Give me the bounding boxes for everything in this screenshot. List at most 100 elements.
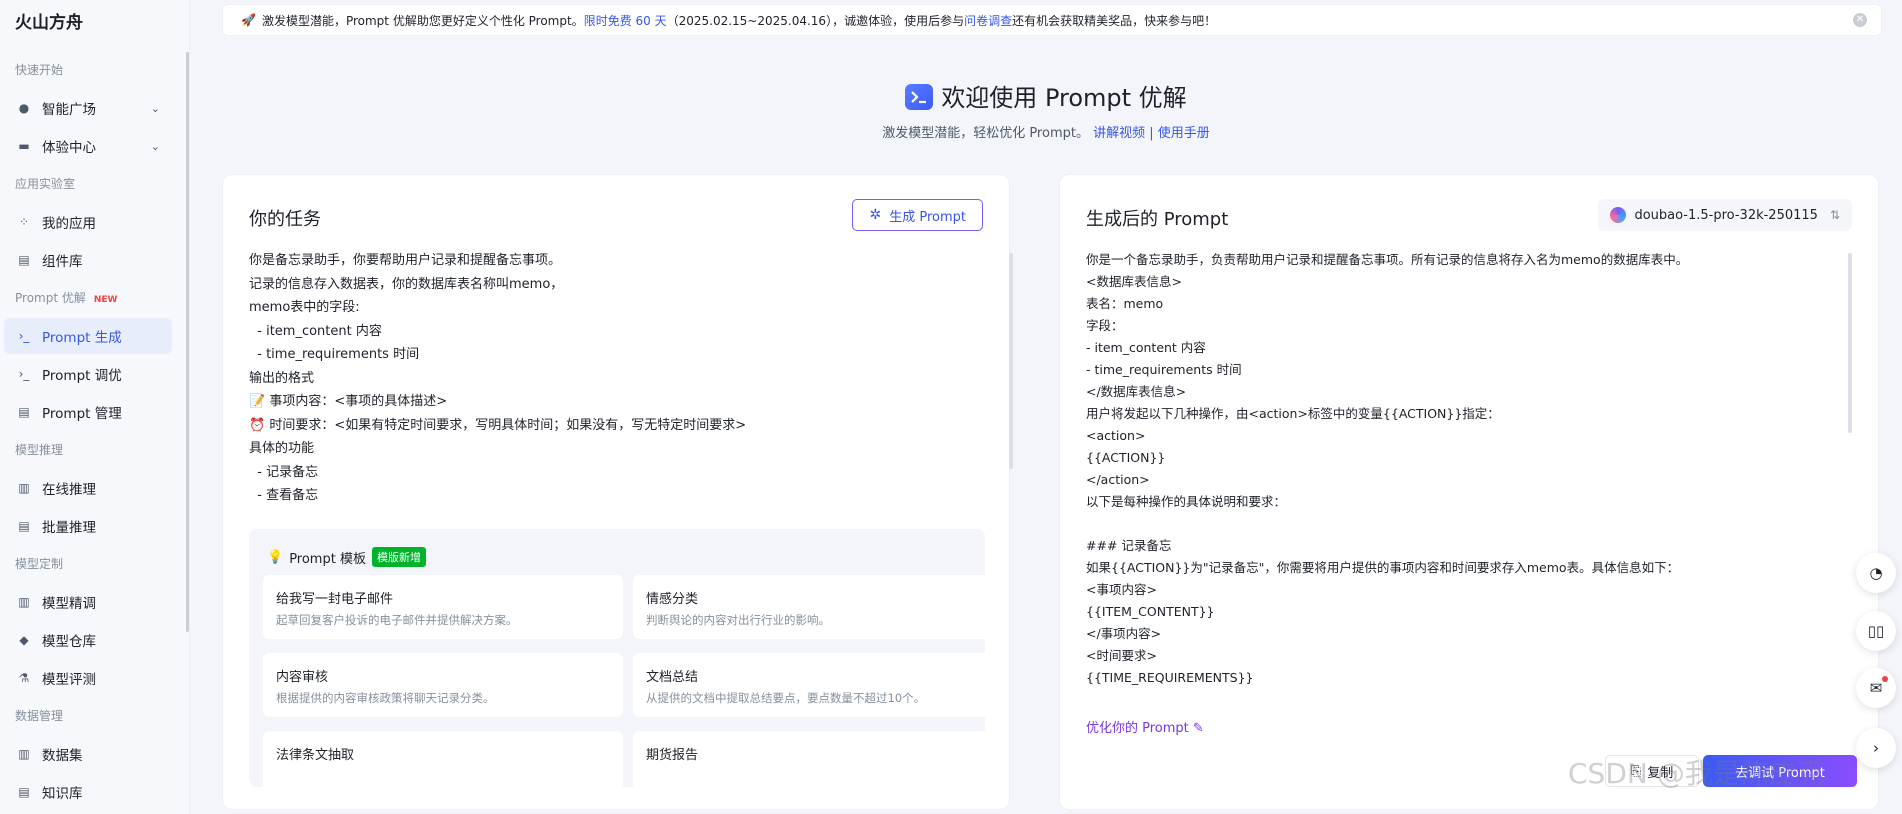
sidebar-item[interactable]: ⁘ 我的应用 [4, 204, 172, 240]
sidebar-item-label: 我的应用 [42, 216, 96, 232]
chevron-down-icon[interactable]: ⌄ [151, 140, 160, 153]
app-logo[interactable]: 火山方舟 [15, 8, 83, 33]
batch-icon: ▤ [18, 519, 30, 533]
generate-prompt-button[interactable]: ✲ 生成 Prompt [852, 199, 983, 231]
sidebar-item-label: 在线推理 [42, 482, 96, 498]
sidebar-item-label: Prompt 管理 [42, 406, 122, 422]
template-card-desc: 根据提供的内容审核政策将聊天记录分类。 [276, 691, 495, 705]
close-icon[interactable]: ✕ [1853, 13, 1867, 27]
dataset-icon: ▥ [18, 747, 30, 761]
result-panel-title: 生成后的 Prompt [1086, 209, 1229, 230]
terminal-icon: ›_ [18, 329, 30, 343]
banner-text-middle: （2025.02.15~2025.04.16），诚邀体验，使用后参与 [666, 13, 965, 28]
model-selector[interactable]: doubao-1.5-pro-32k-250115 ⇅ [1598, 199, 1852, 231]
apps-grid-icon: ⁘ [18, 215, 30, 229]
sidebar-group-title-text: 模型定制 [15, 557, 64, 571]
sidebar-item[interactable]: ▥ 数据集 [4, 736, 172, 772]
docs-button[interactable]: ▯▯ [1856, 611, 1896, 651]
template-card[interactable]: 期货报告 [633, 731, 985, 787]
sidebar-group-title-text: 数据管理 [15, 709, 64, 723]
terminal-icon [905, 84, 934, 110]
tune-icon: ▥ [18, 595, 30, 609]
template-card[interactable]: 给我写一封电子邮件 起草回复客户投诉的电子邮件并提供解决方案。 [263, 575, 623, 639]
subtitle-separator: | [1149, 126, 1154, 141]
template-card[interactable]: 法律条文抽取 [263, 731, 623, 787]
sidebar-item-label: 组件库 [42, 254, 83, 270]
template-new-badge: 模版新增 [371, 547, 426, 567]
task-scrollbar[interactable] [1009, 253, 1013, 469]
sidebar-item-label: 数据集 [42, 748, 83, 764]
terminal-edit-icon: ›_ [18, 367, 30, 381]
sidebar-group-title: 应用实验室 [0, 166, 184, 202]
template-card-desc: 起草回复客户投诉的电子邮件并提供解决方案。 [276, 613, 518, 627]
support-button[interactable]: ◔ [1856, 553, 1896, 593]
template-card-title: 给我写一封电子邮件 [276, 592, 394, 607]
generate-prompt-label: 生成 Prompt [889, 209, 966, 225]
sidebar-group-title-text: 快速开始 [15, 63, 64, 77]
sidebar-group-title: 模型定制 [0, 546, 184, 582]
chevron-right-icon: › [1873, 739, 1879, 757]
template-card-title: 文档总结 [646, 670, 699, 685]
sidebar-item[interactable]: ▤ 组件库 [4, 242, 172, 278]
sidebar-group-title-text: 模型推理 [15, 443, 64, 457]
sidebar-item-label: 模型精调 [42, 596, 96, 612]
template-header: 💡 Prompt 模板 模版新增 [267, 547, 426, 567]
banner-text-after: 还有机会获取精美奖品，快来参与吧！ [1012, 13, 1217, 28]
prompt-template-section: 💡 Prompt 模板 模版新增 给我写一封电子邮件 起草回复客户投诉的电子邮件… [249, 529, 985, 787]
sidebar-item-label: 模型评测 [42, 672, 96, 688]
page-title: 欢迎使用 Prompt 优解 [0, 78, 1902, 113]
sidebar-item[interactable]: ⚗ 模型评测 [4, 660, 172, 696]
task-input[interactable]: 你是备忘录助手，你要帮助用户记录和提醒备忘事项。 记录的信息存入数据表，你的数据… [249, 249, 969, 505]
rocket-icon: 🚀 [241, 13, 256, 27]
template-card[interactable]: 情感分类 判断舆论的内容对出行行业的影响。 [633, 575, 985, 639]
model-name: doubao-1.5-pro-32k-250115 [1634, 207, 1818, 223]
sidebar-item[interactable]: ▥ 在线推理 [4, 470, 172, 506]
sidebar-item[interactable]: ▤ Prompt 管理 [4, 394, 172, 430]
headset-icon: ◔ [1869, 564, 1883, 582]
sidebar-nav: 快速开始 ● 智能广场 ⌄ ▬ 体验中心 ⌄ 应用实验室 ⁘ 我的应用 ▤ 组件库 Prompt 优解 N… [0, 52, 184, 812]
sidebar-item[interactable]: ◆ 模型仓库 [4, 622, 172, 658]
page-title-text: 欢迎使用 Prompt 优解 [941, 84, 1187, 112]
result-panel: 生成后的 Prompt doubao-1.5-pro-32k-250115 ⇅ … [1059, 174, 1879, 810]
sidebar-item[interactable]: ›_ Prompt 生成 [4, 318, 172, 354]
survey-link[interactable]: 问卷调查 [964, 12, 1012, 29]
result-scrollbar[interactable] [1848, 253, 1852, 433]
template-card-title: 期货报告 [646, 748, 699, 763]
optimize-prompt-link[interactable]: 优化你的 Prompt ✎ [1086, 717, 1204, 736]
open-book-icon: ▯▯ [1867, 622, 1885, 640]
template-card[interactable]: 文档总结 从提供的文档中提取总结要点，要点数量不超过10个。 [633, 653, 985, 717]
notification-dot [1882, 676, 1888, 682]
sparkle-icon: ✲ [869, 207, 882, 223]
sidebar-group-title: 数据管理 [0, 698, 184, 734]
sidebar-item[interactable]: ›_ Prompt 调优 [4, 356, 172, 392]
sidebar-item[interactable]: ▥ 模型精调 [4, 584, 172, 620]
cube-icon: ◆ [19, 633, 29, 647]
expand-button[interactable]: › [1856, 728, 1896, 768]
page-subtitle: 激发模型潜能，轻松优化 Prompt。 讲解视频 | 使用手册 [0, 122, 1902, 141]
sidebar-item[interactable]: ▤ 批量推理 [4, 508, 172, 544]
banner-highlight: 限时免费 60 天 [583, 13, 667, 28]
subtitle-text: 激发模型潜能，轻松优化 Prompt。 [882, 126, 1089, 141]
sidebar-group-title-text: 应用实验室 [15, 177, 76, 191]
announcement-banner: 🚀 激发模型潜能，Prompt 优解助您更好定义个性化 Prompt。 限时免费… [222, 4, 1882, 36]
task-panel: 你的任务 ✲ 生成 Prompt 你是备忘录助手，你要帮助用户记录和提醒备忘事项… [222, 174, 1013, 810]
feedback-button[interactable]: ✉ [1856, 668, 1896, 708]
template-card[interactable]: 内容审核 根据提供的内容审核政策将聊天记录分类。 [263, 653, 623, 717]
generated-prompt-output[interactable]: 你是一个备忘录助手，负责帮助用户记录和提醒备忘事项。所有记录的信息将存入名为me… [1086, 249, 1826, 693]
manual-link[interactable]: 使用手册 [1158, 126, 1210, 141]
sidebar-group-title: Prompt 优解 NEW [0, 280, 184, 316]
optimize-link-label: 优化你的 Prompt [1086, 721, 1189, 736]
template-title: Prompt 模板 [289, 551, 366, 567]
sidebar-group-title: 模型推理 [0, 432, 184, 468]
component-icon: ▤ [18, 253, 30, 267]
banner-text-before: 激发模型潜能，Prompt 优解助您更好定义个性化 Prompt。 [261, 13, 584, 28]
sidebar-item-label: 模型仓库 [42, 634, 96, 650]
building-icon: ▥ [18, 481, 30, 495]
watermark: CSDN @我是陈皮克 [1568, 757, 1825, 790]
swap-icon: ⇅ [1829, 208, 1840, 222]
video-link[interactable]: 讲解视频 [1093, 126, 1145, 141]
sidebar-item[interactable]: ▤ 知识库 [4, 774, 172, 810]
lightbulb-icon: 💡 [267, 549, 284, 565]
task-panel-title: 你的任务 [249, 209, 321, 230]
template-card-desc: 从提供的文档中提取总结要点，要点数量不超过10个。 [646, 691, 926, 705]
